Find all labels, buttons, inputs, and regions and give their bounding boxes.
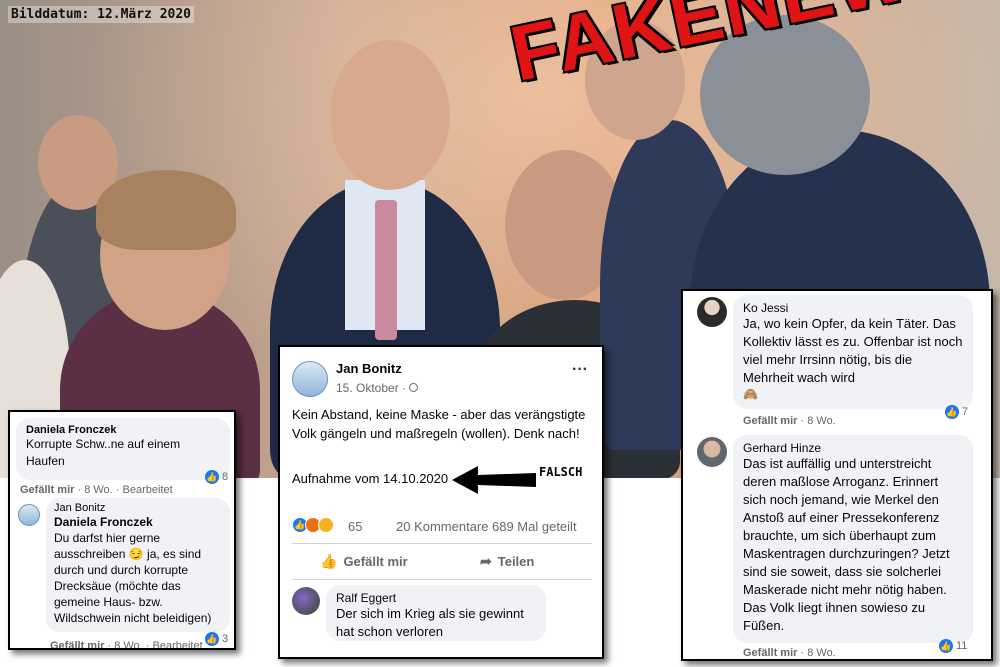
like-link[interactable]: Gefällt mir	[743, 647, 797, 659]
post-menu-button[interactable]: ···	[572, 361, 588, 379]
reply-author[interactable]: Jan Bonitz	[54, 502, 222, 514]
globe-icon	[409, 383, 419, 392]
facebook-post-screenshot: Jan Bonitz 15. Oktober · ··· Kein Abstan…	[278, 345, 604, 659]
haha-reaction-icon	[318, 517, 334, 533]
reaction-count[interactable]: 👍 11	[939, 639, 967, 653]
thumbs-up-icon: 👍	[320, 553, 338, 569]
reaction-number: 3	[222, 633, 229, 645]
reply-mention[interactable]: Daniela Fronczek	[54, 515, 153, 529]
post-author[interactable]: Jan Bonitz	[336, 361, 402, 376]
comment-author[interactable]: Ralf Eggert	[336, 591, 536, 605]
share-button-label: Teilen	[497, 554, 535, 569]
reaction-number: 8	[222, 471, 229, 483]
see-no-evil-emoji-icon: 🙈	[743, 387, 758, 401]
post-text: Kein Abstand, keine Maske - aber das ver…	[292, 407, 586, 441]
edited-label: Bearbeitet	[122, 484, 173, 496]
reply-bubble: Jan Bonitz Daniela Fronczek Du darfst hi…	[46, 498, 230, 632]
comment-author[interactable]: Gerhard Hinze	[743, 441, 963, 455]
comment-text: Der sich im Krieg als sie gewinnt hat sc…	[336, 606, 524, 639]
reaction-number: 7	[962, 406, 969, 418]
post-date[interactable]: 15. Oktober	[336, 381, 399, 395]
like-link[interactable]: Gefällt mir	[20, 484, 74, 496]
reaction-count[interactable]: 👍 8	[205, 470, 228, 484]
comment-count[interactable]: 20 Kommentare	[396, 519, 489, 534]
like-button-label: Gefällt mir	[343, 554, 408, 569]
divider	[292, 579, 592, 580]
smirk-emoji-icon: 😏	[128, 547, 144, 561]
comment-text: Das ist auffällig und unterstreicht dere…	[743, 456, 950, 633]
reply-text-start: Du darfst hier gerne ausschreiben	[54, 531, 161, 561]
reply-meta: Gefällt mir · 8 Wo. · Bearbeitet	[50, 640, 203, 648]
reply-text: Daniela Fronczek Du darfst hier gerne au…	[54, 514, 222, 626]
share-count[interactable]: 689 Mal geteilt	[492, 519, 577, 534]
photo-date-label: Bilddatum: 12.März 2020	[8, 6, 195, 23]
comment-author[interactable]: Ko Jessi	[743, 301, 963, 315]
avatar[interactable]	[292, 587, 320, 615]
like-icon: 👍	[205, 632, 219, 646]
divider	[292, 543, 592, 544]
like-link[interactable]: Gefällt mir	[743, 415, 797, 427]
post-date-row: 15. Oktober ·	[336, 381, 419, 395]
reaction-number: 11	[956, 640, 968, 652]
comment-bubble: Ralf Eggert Der sich im Krieg als sie ge…	[326, 585, 546, 641]
comment-meta: Gefällt mir · 8 Wo.	[743, 647, 836, 659]
like-link[interactable]: Gefällt mir	[50, 640, 104, 648]
like-button[interactable]: 👍 Gefällt mir	[320, 553, 408, 570]
comment-time[interactable]: 8 Wo.	[807, 415, 836, 427]
left-comment-screenshot: Daniela Fronczek Korrupte Schw..ne auf e…	[8, 410, 236, 650]
comment-bubble: Gerhard Hinze Das ist auffällig und unte…	[733, 435, 973, 643]
photo-tie-center	[375, 200, 397, 340]
comment-time[interactable]: 8 Wo.	[807, 647, 836, 659]
avatar[interactable]	[18, 504, 40, 526]
left-arrow-icon	[452, 466, 536, 494]
share-button[interactable]: ➦ Teilen	[480, 553, 534, 570]
comment-bubble: Daniela Fronczek Korrupte Schw..ne auf e…	[16, 418, 230, 480]
like-icon: 👍	[945, 405, 959, 419]
falsch-label: FALSCH	[539, 465, 583, 479]
reaction-icons[interactable]: 👍	[292, 517, 334, 533]
comment-meta: Gefällt mir · 8 Wo. · Bearbeitet	[20, 484, 173, 496]
comment-meta: Gefällt mir · 8 Wo.	[743, 415, 836, 427]
reply-time[interactable]: 8 Wo.	[114, 640, 143, 648]
comment-text: Ja, wo kein Opfer, da kein Täter. Das Ko…	[743, 316, 963, 385]
reaction-total[interactable]: 65	[348, 519, 362, 534]
comment-bubble: Ko Jessi Ja, wo kein Opfer, da kein Täte…	[733, 295, 973, 409]
right-comment-screenshot: Ko Jessi Ja, wo kein Opfer, da kein Täte…	[681, 289, 993, 661]
edited-label: Bearbeitet	[152, 640, 203, 648]
share-arrow-icon: ➦	[480, 553, 492, 569]
reaction-count[interactable]: 👍 3	[205, 632, 228, 646]
photo-hair-woman	[96, 170, 236, 250]
reaction-count[interactable]: 👍 7	[945, 405, 968, 419]
avatar[interactable]	[697, 437, 727, 467]
avatar[interactable]	[697, 297, 727, 327]
comment-time[interactable]: 8 Wo.	[84, 484, 113, 496]
like-icon: 👍	[939, 639, 953, 653]
comment-text: Korrupte Schw..ne auf einem Haufen	[26, 437, 181, 468]
comment-author[interactable]: Daniela Fronczek	[26, 424, 220, 436]
like-icon: 👍	[205, 470, 219, 484]
avatar[interactable]	[292, 361, 328, 397]
photo-head-center	[330, 40, 450, 190]
post-caption: Aufnahme vom 14.10.2020	[292, 471, 449, 486]
